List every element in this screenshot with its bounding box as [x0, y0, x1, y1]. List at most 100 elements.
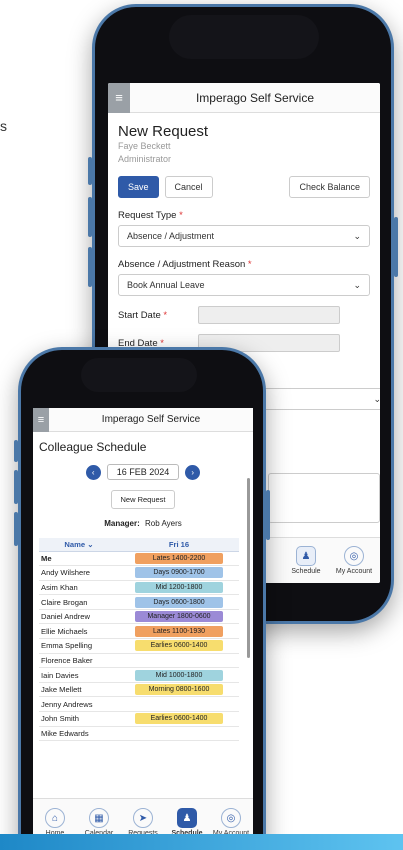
nav-label: Schedule — [291, 568, 321, 575]
shift-pill[interactable]: Morning 0800-1600 — [135, 684, 223, 696]
shift-pill[interactable]: Earlies 0600-1400 — [135, 713, 223, 725]
table-header-row: Name ⌄ Fri 16 — [39, 538, 239, 552]
table-row[interactable]: Jake Mellett Morning 0800-1600 — [39, 682, 239, 698]
app-header: ≡ Imperago Self Service — [108, 83, 380, 113]
nav-schedule[interactable]: ♟ Schedule — [284, 538, 328, 583]
colleague-name: Asim Khan — [39, 580, 119, 596]
page-title: Colleague Schedule — [39, 440, 147, 454]
chevron-down-icon: ⌄ — [373, 393, 380, 404]
side-button — [266, 490, 270, 540]
schedule-body: Me Lates 1400-2200 Andy Wilshere Days 0900-… — [39, 551, 239, 742]
shift-cell: Lates 1400-2200 — [119, 551, 239, 567]
chevron-down-icon: ⌄ — [87, 539, 94, 549]
schedule-icon: ♟ — [296, 546, 316, 566]
save-button[interactable]: Save — [118, 176, 159, 198]
nav-schedule[interactable]: ♟ Schedule — [167, 808, 207, 837]
new-request-button[interactable]: New Request — [111, 490, 175, 509]
cancel-button[interactable]: Cancel — [164, 176, 213, 198]
name-column-header[interactable]: Name ⌄ — [39, 538, 119, 552]
account-icon: ◎ — [344, 546, 364, 566]
date-navigator: ‹ 16 FEB 2024 › — [33, 464, 253, 480]
shift-cell: Lates 1100-1930 — [119, 623, 239, 640]
table-row[interactable]: Mike Edwards — [39, 726, 239, 742]
bottom-accent-band — [0, 834, 403, 850]
side-button — [394, 217, 398, 277]
user-role: Administrator — [118, 154, 172, 164]
marketing-stage: s ≡ Imperago Self Service New Request Fa… — [0, 0, 403, 850]
manager-label: Manager: — [104, 519, 140, 528]
request-type-value: Absence / Adjustment — [127, 231, 215, 241]
side-button — [14, 440, 18, 462]
user-name: Faye Beckett — [118, 141, 171, 151]
shift-pill[interactable]: Days 0900-1700 — [135, 567, 223, 579]
table-row[interactable]: Claire Brogan Days 0600-1800 — [39, 594, 239, 610]
chevron-right-icon[interactable]: › — [185, 464, 201, 480]
table-row[interactable]: Jenny Andrews — [39, 696, 239, 713]
app-title: Imperago Self Service — [101, 414, 201, 425]
phone-notch — [169, 15, 319, 59]
account-icon: ◎ — [221, 808, 241, 828]
shift-cell: Earlies 0600-1400 — [119, 711, 239, 727]
shift-cell: Days 0900-1700 — [119, 565, 239, 581]
shift-pill[interactable]: Days 0600-1800 — [135, 596, 223, 608]
table-row[interactable]: Iain Davies Mid 1000-1800 — [39, 667, 239, 683]
chevron-left-icon[interactable]: ‹ — [85, 464, 101, 480]
scrollbar[interactable] — [247, 478, 250, 658]
colleague-name: Andy Wilshere — [39, 565, 119, 581]
shift-cell: Morning 0800-1600 — [119, 682, 239, 698]
nav-label: My Account — [335, 568, 373, 575]
menu-icon[interactable]: ≡ — [33, 408, 49, 432]
colleague-name: John Smith — [39, 711, 119, 727]
colleague-name: Mike Edwards — [39, 726, 119, 742]
nav-my-account[interactable]: ◎ My Account — [328, 538, 380, 583]
table-row[interactable]: John Smith Earlies 0600-1400 — [39, 711, 239, 727]
schedule-icon: ♟ — [177, 808, 197, 828]
check-balance-button[interactable]: Check Balance — [289, 176, 370, 198]
app-header: ≡ Imperago Self Service — [33, 408, 253, 432]
start-date-input[interactable] — [198, 306, 340, 324]
shift-cell: Earlies 0600-1400 — [119, 638, 239, 654]
schedule-table: Name ⌄ Fri 16 Me Lates 1400-2200 Andy Wils… — [39, 538, 239, 742]
start-date-label: Start Date * — [118, 309, 168, 321]
shift-pill[interactable]: Mid 1000-1800 — [135, 669, 223, 681]
colleague-name: Me — [39, 551, 119, 567]
menu-icon[interactable]: ≡ — [108, 83, 130, 113]
table-row[interactable]: Daniel Andrew Manager 1800-0600 — [39, 609, 239, 625]
request-type-select[interactable]: Absence / Adjustment ⌄ — [118, 225, 370, 247]
table-row[interactable]: Ellie Michaels Lates 1100-1930 — [39, 623, 239, 640]
home-icon: ⌂ — [45, 808, 65, 828]
table-row[interactable]: Me Lates 1400-2200 — [39, 551, 239, 567]
colleague-name: Florence Baker — [39, 653, 119, 669]
table-row[interactable]: Asim Khan Mid 1200-1800 — [39, 580, 239, 596]
shift-pill[interactable]: Manager 1800-0600 — [135, 611, 223, 623]
day-column-header: Fri 16 — [119, 538, 239, 552]
nav-home[interactable]: ⌂ Home — [35, 808, 75, 837]
table-row[interactable]: Emma Spelling Earlies 0600-1400 — [39, 638, 239, 654]
shift-pill[interactable]: Lates 1400-2200 — [135, 552, 223, 564]
front-screen: ≡ Imperago Self Service Colleague Schedu… — [33, 408, 253, 846]
reason-select[interactable]: Book Annual Leave ⌄ — [118, 274, 370, 296]
shift-pill[interactable]: Mid 1200-1800 — [135, 581, 223, 593]
shift-cell — [119, 653, 239, 669]
phone-front: ≡ Imperago Self Service Colleague Schedu… — [14, 347, 270, 850]
nav-requests[interactable]: ➤ Requests — [123, 808, 163, 837]
shift-pill[interactable]: Earlies 0600-1400 — [135, 640, 223, 652]
colleague-name: Jenny Andrews — [39, 696, 119, 713]
side-button — [88, 157, 92, 185]
page-title: New Request — [118, 123, 209, 140]
date-display[interactable]: 16 FEB 2024 — [106, 464, 180, 480]
reason-label: Absence / Adjustment Reason * — [118, 259, 252, 270]
reason-value: Book Annual Leave — [127, 280, 205, 290]
side-button — [14, 512, 18, 546]
chevron-down-icon: ⌄ — [353, 230, 361, 241]
side-button — [88, 197, 92, 237]
notes-textarea[interactable] — [268, 473, 380, 523]
shift-pill[interactable]: Lates 1100-1930 — [135, 625, 223, 637]
table-row[interactable]: Florence Baker — [39, 653, 239, 669]
nav-calendar[interactable]: ▦ Calendar — [79, 808, 119, 837]
nav-my-account[interactable]: ◎ My Account — [211, 808, 251, 837]
shift-cell — [119, 726, 239, 742]
chevron-down-icon: ⌄ — [353, 279, 361, 290]
table-row[interactable]: Andy Wilshere Days 0900-1700 — [39, 565, 239, 581]
side-button — [14, 470, 18, 504]
